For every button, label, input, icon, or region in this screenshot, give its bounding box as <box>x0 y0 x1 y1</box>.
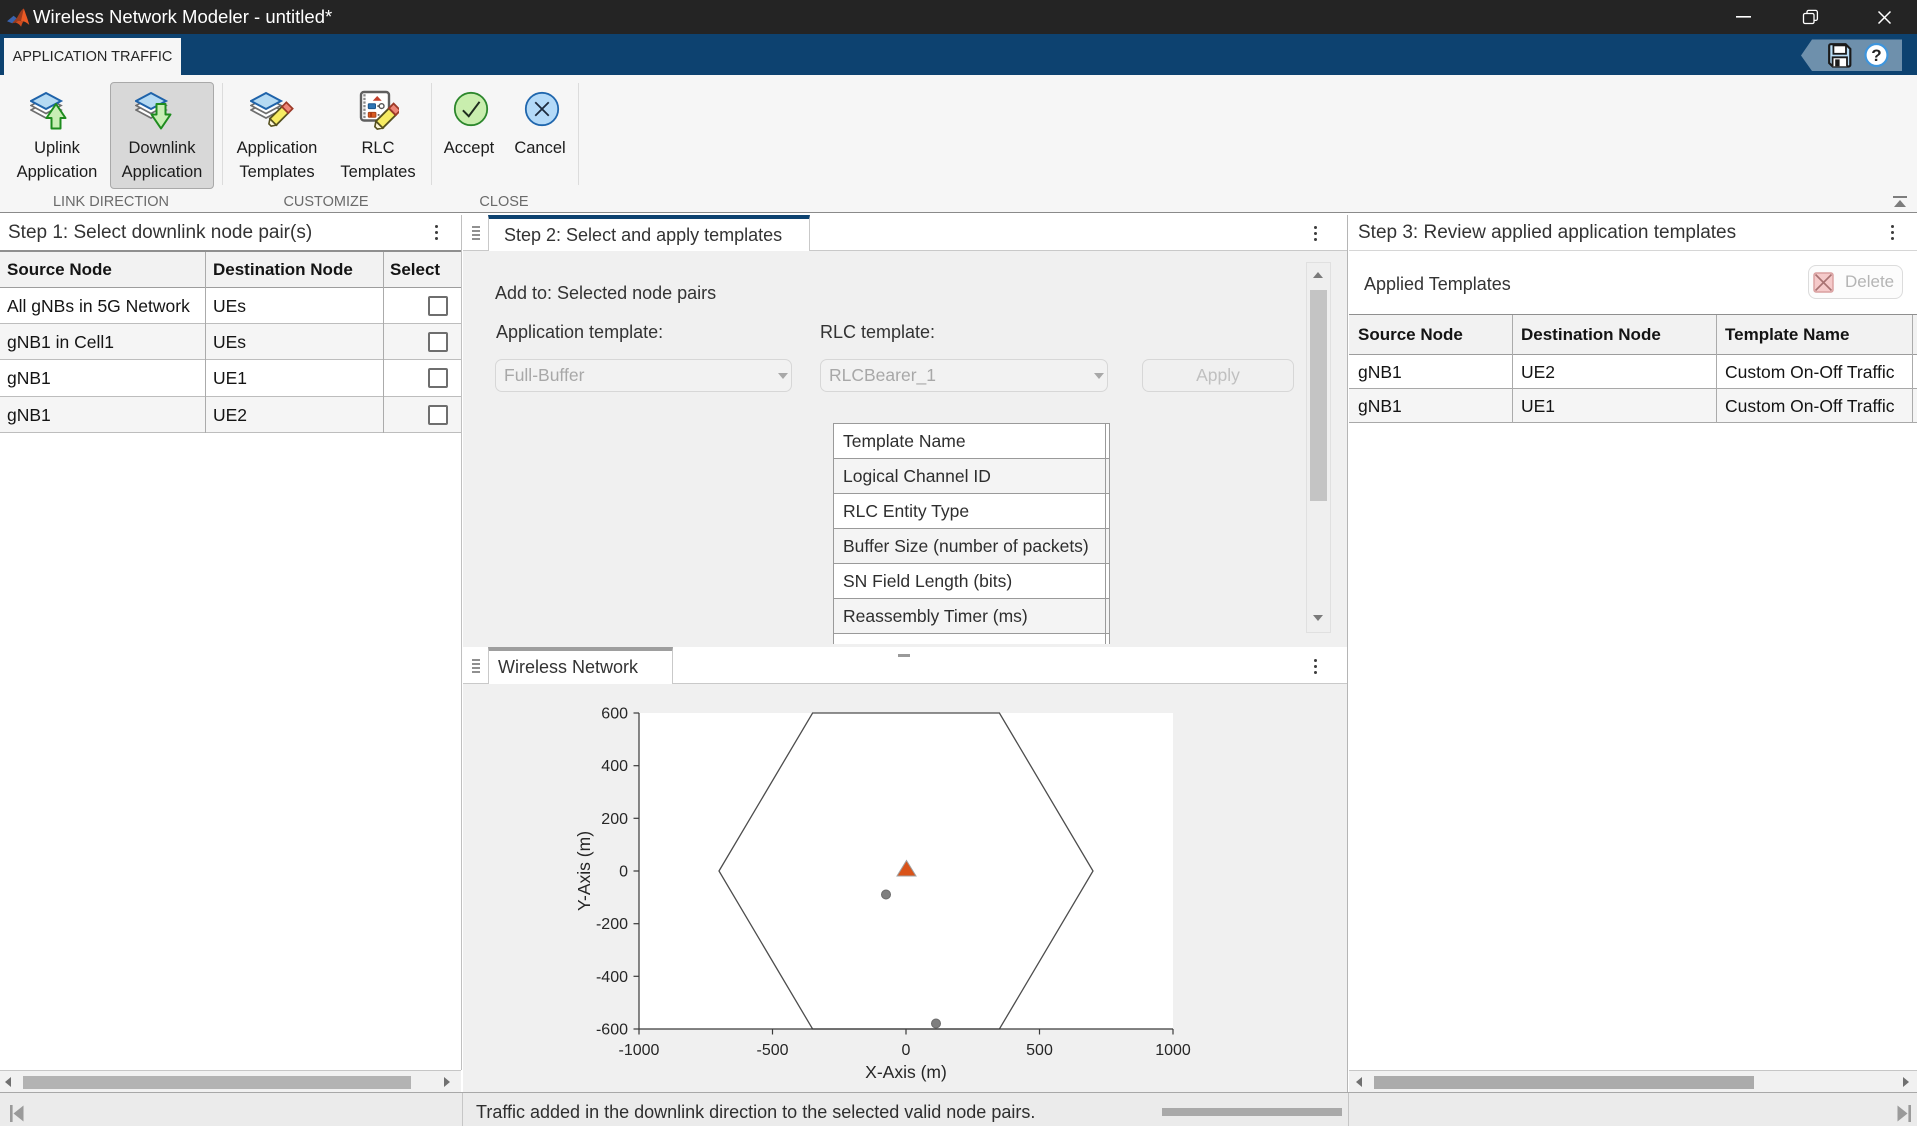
svg-text:-500: -500 <box>756 1042 788 1059</box>
svg-text:?: ? <box>1871 46 1881 65</box>
svg-text:1000: 1000 <box>1155 1042 1191 1059</box>
svg-text:0: 0 <box>902 1042 911 1059</box>
svg-text:-200: -200 <box>596 916 628 933</box>
svg-text:Y-Axis (m): Y-Axis (m) <box>574 831 594 911</box>
svg-text:500: 500 <box>1026 1042 1053 1059</box>
svg-text:-1000: -1000 <box>619 1042 660 1059</box>
svg-text:400: 400 <box>601 758 628 775</box>
svg-text:600: 600 <box>601 706 628 723</box>
svg-text:-600: -600 <box>596 1022 628 1039</box>
svg-text:-400: -400 <box>596 969 628 986</box>
svg-text:0: 0 <box>619 864 628 881</box>
svg-text:200: 200 <box>601 811 628 828</box>
svg-text:X-Axis (m): X-Axis (m) <box>865 1062 947 1082</box>
